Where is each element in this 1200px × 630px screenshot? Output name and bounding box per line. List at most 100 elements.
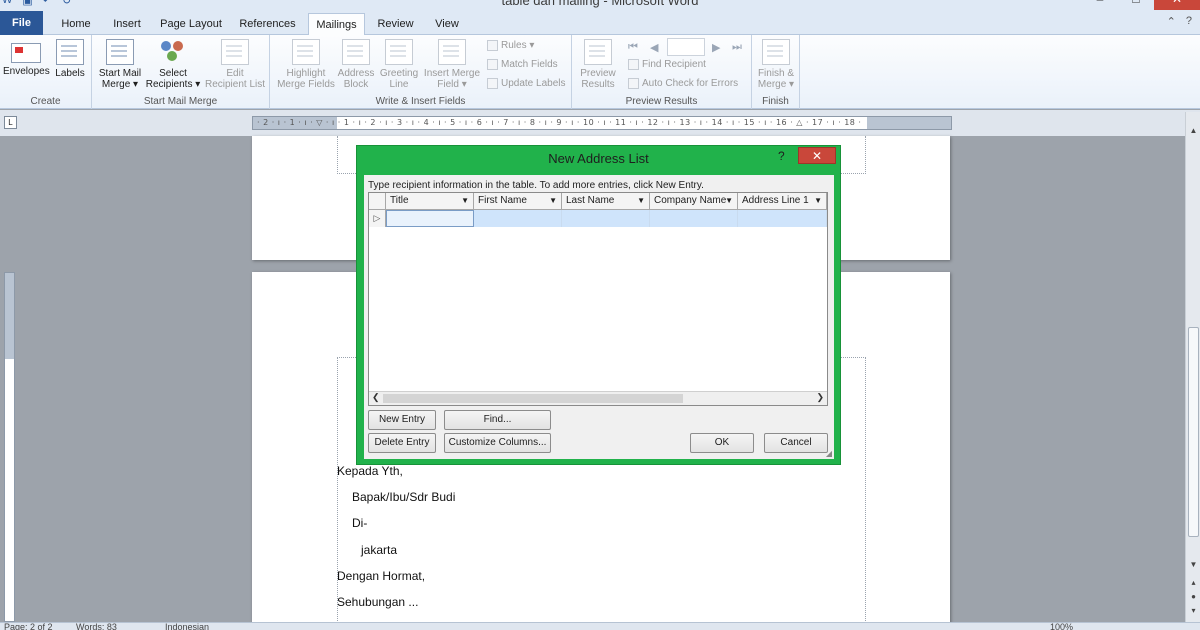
status-bar: Page: 2 of 2 Words: 83 Indonesian 100%: [0, 622, 1200, 630]
edit-recipient-list-button[interactable]: Edit Recipient List: [202, 39, 268, 90]
delete-entry-button[interactable]: Delete Entry: [368, 433, 436, 453]
resize-grip-icon[interactable]: ◢: [826, 449, 832, 458]
vertical-ruler[interactable]: [4, 272, 15, 622]
dropdown-arrow-icon[interactable]: ▼: [814, 193, 822, 209]
dialog-close-button[interactable]: ✕: [798, 147, 836, 164]
tab-file[interactable]: File: [0, 11, 43, 35]
rules-icon: [487, 40, 498, 51]
tab-home[interactable]: Home: [55, 13, 97, 35]
record-number-field[interactable]: [667, 38, 705, 56]
update-labels-button[interactable]: Update Labels: [487, 78, 566, 89]
next-page-icon[interactable]: ▾: [1186, 606, 1200, 615]
last-record-icon[interactable]: ⏭: [732, 41, 742, 54]
finish-merge-button[interactable]: Finish & Merge ▾: [754, 39, 798, 90]
auto-check-errors-button[interactable]: Auto Check for Errors: [628, 78, 738, 89]
first-record-icon[interactable]: ⏮: [628, 41, 638, 54]
cell-first-name[interactable]: [474, 210, 562, 227]
tab-selector-button[interactable]: L: [4, 116, 17, 129]
scroll-down-arrow-icon[interactable]: ▼: [1186, 560, 1200, 569]
collapse-ribbon-icon[interactable]: ⌃: [1167, 15, 1176, 28]
ribbon-controls: ⌃ ?: [1167, 15, 1192, 28]
column-header-first-name[interactable]: First Name ▼: [474, 193, 562, 210]
tab-mailings[interactable]: Mailings: [308, 13, 365, 36]
zoom-level[interactable]: 100%: [1050, 623, 1073, 630]
previous-page-icon[interactable]: ▴: [1186, 578, 1200, 587]
greeting-line-label-2: Line: [389, 79, 409, 90]
dropdown-arrow-icon[interactable]: ▼: [461, 193, 469, 209]
new-entry-button[interactable]: New Entry: [368, 410, 436, 430]
greeting-line-button[interactable]: Greeting Line: [377, 39, 421, 90]
recipient-table[interactable]: Title ▼ First Name ▼ Last Name ▼ Company…: [368, 192, 828, 406]
title-bar: W ▣ ↶ ↻ table dan mailing - Microsoft Wo…: [0, 0, 1200, 11]
help-icon[interactable]: ?: [1186, 15, 1192, 28]
highlight-merge-fields-button[interactable]: Highlight Merge Fields: [274, 39, 338, 90]
cell-last-name[interactable]: [562, 210, 650, 227]
column-header-title[interactable]: Title ▼: [386, 193, 474, 210]
close-window-button[interactable]: ✕: [1154, 0, 1200, 10]
scroll-thumb[interactable]: [1188, 327, 1199, 537]
select-recipients-label: Select: [159, 68, 187, 79]
column-header-last-name[interactable]: Last Name ▼: [562, 193, 650, 210]
minimize-button[interactable]: –: [1082, 0, 1118, 10]
doc-line[interactable]: Dengan Hormat,: [337, 569, 425, 583]
labels-button[interactable]: Labels: [52, 39, 88, 79]
find-recipient-button[interactable]: Find Recipient: [628, 59, 706, 70]
start-mail-merge-button[interactable]: Start Mail Merge ▾: [96, 39, 144, 90]
tab-view[interactable]: View: [428, 13, 466, 35]
group-label-finish: Finish: [762, 96, 789, 107]
language[interactable]: Indonesian: [165, 623, 209, 630]
cell-address-line-1[interactable]: [738, 210, 827, 227]
finish-merge-icon: [762, 39, 790, 65]
select-recipients-label-2: Recipients ▾: [145, 79, 201, 90]
word-count[interactable]: Words: 83: [76, 623, 117, 630]
horizontal-ruler[interactable]: · 2 · ı · 1 · ı · ▽ · ı · 1 · ı · 2 · ı …: [252, 116, 952, 130]
cell-company-name[interactable]: [650, 210, 738, 227]
column-label: Title: [390, 195, 409, 206]
dropdown-arrow-icon[interactable]: ▼: [549, 193, 557, 209]
doc-line[interactable]: Kepada Yth,: [337, 464, 403, 478]
dropdown-arrow-icon[interactable]: ▼: [637, 193, 645, 209]
next-record-icon[interactable]: ▶: [712, 41, 720, 54]
scroll-left-arrow-icon[interactable]: ❮: [372, 392, 380, 403]
find-recipient-label: Find Recipient: [642, 59, 706, 70]
table-horizontal-scrollbar[interactable]: ❮ ❯: [369, 391, 827, 405]
column-header-address-line-1[interactable]: Address Line 1 ▼: [738, 193, 827, 210]
envelopes-button[interactable]: Envelopes: [3, 39, 50, 77]
find-button[interactable]: Find...: [444, 410, 551, 430]
new-address-list-dialog: New Address List ? ✕ Type recipient info…: [356, 145, 841, 465]
tab-insert[interactable]: Insert: [107, 13, 147, 35]
match-fields-button[interactable]: Match Fields: [487, 59, 558, 70]
cancel-button[interactable]: Cancel: [764, 433, 828, 453]
table-scroll-thumb[interactable]: [383, 394, 683, 403]
scroll-right-arrow-icon[interactable]: ❯: [816, 392, 824, 403]
tab-page-layout[interactable]: Page Layout: [157, 13, 225, 35]
select-recipients-button[interactable]: Select Recipients ▾: [144, 39, 202, 90]
group-label-write-insert: Write & Insert Fields: [375, 96, 466, 107]
ok-button[interactable]: OK: [690, 433, 754, 453]
maximize-button[interactable]: □: [1118, 0, 1154, 10]
ribbon: Envelopes Labels Create Start Mail Merge…: [0, 35, 1200, 109]
labels-label: Labels: [55, 68, 85, 79]
page-count[interactable]: Page: 2 of 2: [4, 623, 53, 630]
address-block-button[interactable]: Address Block: [336, 39, 376, 90]
doc-line[interactable]: jakarta: [361, 543, 397, 557]
column-header-company-name[interactable]: Company Name ▼: [650, 193, 738, 210]
browse-object-icon[interactable]: ●: [1186, 592, 1200, 601]
rules-button[interactable]: Rules ▾: [487, 40, 534, 51]
scroll-up-arrow-icon[interactable]: ▲: [1186, 126, 1200, 135]
doc-line[interactable]: Sehubungan ...: [337, 595, 418, 609]
doc-line[interactable]: Bapak/Ibu/Sdr Budi: [352, 490, 455, 504]
doc-line[interactable]: Di-: [352, 516, 367, 530]
tab-references[interactable]: References: [235, 13, 300, 35]
customize-columns-button[interactable]: Customize Columns...: [444, 433, 551, 453]
preview-results-button[interactable]: Preview Results: [576, 39, 620, 90]
table-row[interactable]: ▷: [369, 210, 827, 227]
previous-record-icon[interactable]: ◀: [650, 41, 658, 54]
tab-review[interactable]: Review: [373, 13, 418, 35]
insert-merge-field-button[interactable]: Insert Merge Field ▾: [421, 39, 483, 90]
help-icon[interactable]: ?: [778, 149, 785, 163]
row-marker-icon[interactable]: ▷: [369, 210, 386, 227]
dropdown-arrow-icon[interactable]: ▼: [725, 193, 733, 209]
vertical-scrollbar[interactable]: ▲ ▼ ▴ ● ▾: [1185, 112, 1200, 622]
cell-title[interactable]: [386, 210, 474, 227]
